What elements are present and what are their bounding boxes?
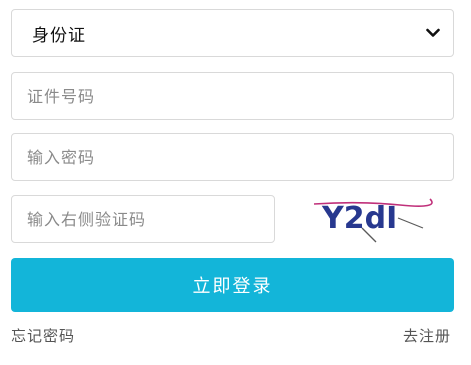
login-form: 身份证 Y2dI 立即登录 忘记密码 去注册: [0, 0, 471, 365]
password-field: [11, 133, 454, 181]
captcha-text: Y2dI: [321, 201, 397, 236]
chevron-down-icon: [425, 25, 441, 41]
captcha-field: [11, 195, 275, 243]
captcha-image[interactable]: Y2dI: [300, 190, 435, 248]
password-input[interactable]: [27, 134, 453, 180]
captcha-noise-line: [397, 217, 424, 229]
id-number-input[interactable]: [27, 73, 453, 119]
id-type-selected-value: 身份证: [32, 25, 86, 46]
id-type-select[interactable]: 身份证: [11, 9, 454, 57]
forgot-password-link[interactable]: 忘记密码: [11, 325, 75, 346]
captcha-input[interactable]: [27, 196, 274, 242]
register-link[interactable]: 去注册: [403, 325, 451, 346]
login-button[interactable]: 立即登录: [11, 258, 454, 312]
id-number-field: [11, 72, 454, 120]
